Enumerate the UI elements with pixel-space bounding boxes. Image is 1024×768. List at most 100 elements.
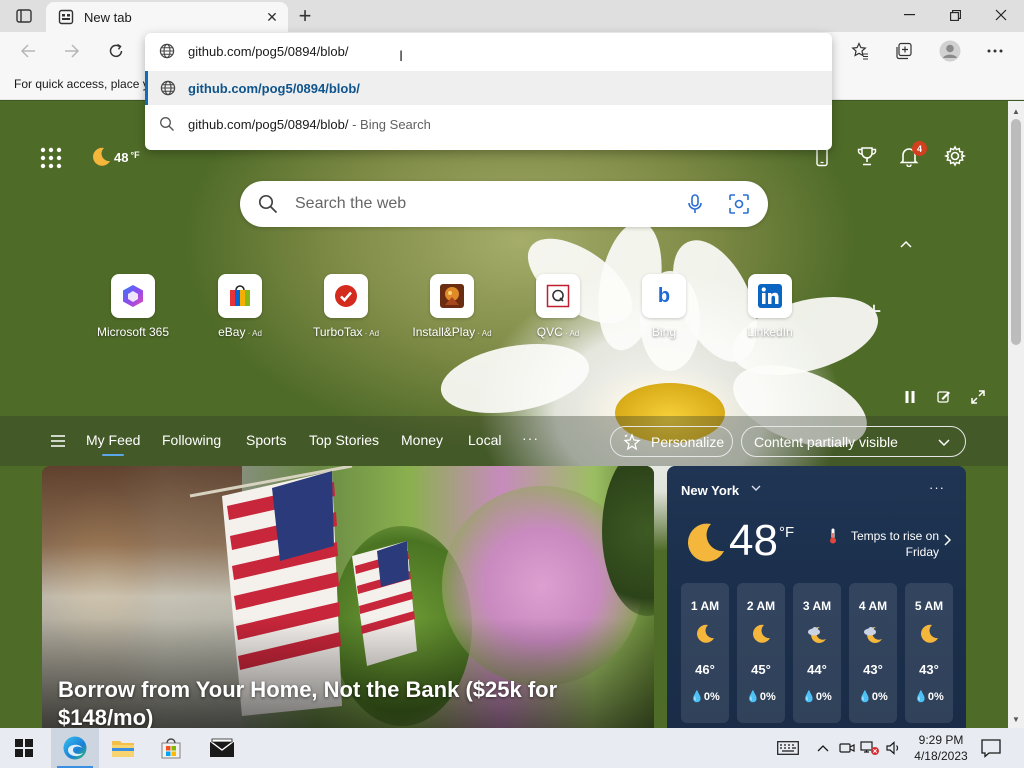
chevron-down-icon[interactable]	[751, 484, 761, 492]
hourly-forecast: 1 AM 46° 💧0% 2 AM 45° 💧0% 3 AM 44° 💧0% 4…	[681, 583, 953, 723]
address-bar[interactable]: github.com/pog5/0894/blob/ I	[145, 33, 832, 69]
add-quick-link-button[interactable]: +	[862, 296, 886, 326]
feed-tab-my-feed[interactable]: My Feed	[86, 432, 140, 456]
store-bag-icon	[161, 738, 181, 759]
new-tab-button[interactable]: +	[292, 3, 318, 28]
rewards-button[interactable]	[856, 145, 878, 172]
forward-button[interactable]	[58, 38, 86, 64]
moon-icon	[697, 624, 714, 643]
linkedin-tile	[748, 274, 792, 318]
web-search-input[interactable]	[295, 194, 655, 214]
scrollbar-thumb[interactable]	[1011, 119, 1021, 345]
hourly-forecast-item[interactable]: 1 AM 46° 💧0%	[681, 583, 729, 723]
suggestion-bing-text: github.com/pog5/0894/blob/ - Bing Search	[188, 117, 431, 132]
tab-actions-button[interactable]	[10, 6, 38, 26]
weather-card[interactable]: New York ··· 48 °F Temps to rise on Frid…	[667, 466, 966, 728]
refresh-button[interactable]	[102, 38, 130, 64]
hamburger-menu-icon[interactable]	[50, 435, 66, 447]
hourly-forecast-item[interactable]: 3 AM 44° 💧0%	[793, 583, 841, 723]
taskbar-mail-button[interactable]	[198, 728, 246, 768]
suggestion-url[interactable]: github.com/pog5/0894/blob/	[145, 71, 832, 105]
quick-link-install-play[interactable]: Install&Play · Ad	[399, 274, 505, 344]
feed-tab-top-stories[interactable]: Top Stories	[309, 432, 379, 448]
weather-more-button[interactable]: ···	[929, 480, 945, 495]
favorites-button[interactable]	[846, 38, 874, 64]
apps-grid-icon[interactable]	[40, 147, 62, 169]
refresh-icon	[109, 43, 123, 58]
quick-link-linkedin[interactable]: LinkedIn	[717, 274, 823, 344]
quick-link-label: eBay · Ad	[187, 325, 293, 339]
pause-background-button[interactable]	[900, 387, 920, 407]
clock-time: 9:29 PM	[918, 733, 964, 747]
address-input[interactable]: github.com/pog5/0894/blob/	[188, 44, 348, 59]
minimize-button[interactable]	[886, 0, 932, 30]
quick-link-bing[interactable]: b Bing	[611, 274, 717, 344]
hour-precip: 💧0%	[914, 691, 944, 703]
page-scrollbar[interactable]: ▲ ▼	[1008, 101, 1024, 728]
feed-tab-local[interactable]: Local	[468, 432, 501, 448]
taskbar-file-explorer-button[interactable]	[99, 728, 147, 768]
scroll-up-arrow-icon[interactable]: ▲	[1012, 107, 1020, 116]
hour-temp: 43°	[919, 662, 939, 677]
restore-button[interactable]	[932, 0, 978, 30]
turbotax-tile	[324, 274, 368, 318]
visual-search-icon[interactable]	[728, 193, 750, 215]
personalize-button[interactable]: Personalize	[610, 426, 733, 457]
chevron-right-icon[interactable]	[943, 534, 951, 546]
back-button[interactable]	[14, 38, 42, 64]
tray-volume-button[interactable]	[884, 738, 904, 758]
feed-tab-following[interactable]: Following	[162, 432, 221, 448]
weather-mini-widget[interactable]: 48 °F	[90, 146, 140, 168]
moon-icon	[921, 624, 938, 643]
quick-link-turbotax[interactable]: TurboTax · Ad	[293, 274, 399, 344]
tray-overflow-button[interactable]	[813, 738, 833, 758]
forward-arrow-icon	[65, 44, 80, 58]
tab-new-tab[interactable]: New tab ✕	[46, 2, 288, 32]
edit-background-button[interactable]	[934, 387, 954, 407]
hour-precip-value: 0%	[871, 691, 888, 703]
content-visibility-dropdown[interactable]: Content partially visible	[741, 426, 966, 457]
restore-icon	[949, 9, 961, 21]
start-button[interactable]	[0, 728, 48, 768]
action-center-icon[interactable]	[980, 738, 1002, 758]
tab-close-icon[interactable]: ✕	[264, 9, 280, 25]
taskbar-store-button[interactable]	[147, 728, 195, 768]
hour-precip-value: 0%	[759, 691, 776, 703]
hour-time: 1 AM	[690, 599, 720, 613]
feed-tab-sports[interactable]: Sports	[246, 432, 286, 448]
weather-trend-note[interactable]: Temps to rise on Friday	[847, 528, 939, 560]
close-window-button[interactable]	[978, 0, 1024, 30]
hour-time: 4 AM	[858, 599, 888, 613]
scroll-down-arrow-icon[interactable]: ▼	[1012, 715, 1020, 724]
collections-button[interactable]	[890, 38, 918, 64]
collapse-chevron-icon[interactable]	[900, 235, 918, 249]
quick-link-microsoft-365[interactable]: Microsoft 365	[80, 274, 186, 344]
hour-temp: 46°	[695, 662, 715, 677]
hourly-forecast-item[interactable]: 2 AM 45° 💧0%	[737, 583, 785, 723]
taskbar-edge-button[interactable]	[51, 728, 99, 768]
hourly-forecast-item[interactable]: 5 AM 43° 💧0%	[905, 583, 953, 723]
suggestion-suffix: - Bing Search	[348, 117, 431, 132]
expand-background-button[interactable]	[968, 387, 988, 407]
quick-link-qvc[interactable]: QVC · Ad	[505, 274, 611, 344]
page-settings-button[interactable]	[943, 145, 967, 172]
feed-more-button[interactable]: ···	[522, 430, 539, 446]
hero-headline[interactable]: Borrow from Your Home, Not the Bank ($25…	[58, 676, 618, 728]
hero-news-card[interactable]: Borrow from Your Home, Not the Bank ($25…	[42, 466, 654, 728]
favorites-star-icon	[851, 42, 868, 60]
meet-now-icon	[839, 743, 855, 753]
feed-tab-money[interactable]: Money	[401, 432, 443, 448]
tray-camera-button[interactable]	[837, 738, 857, 758]
tray-touch-keyboard-button[interactable]	[776, 738, 800, 758]
taskbar-clock[interactable]: 9:29 PM 4/18/2023	[906, 732, 976, 764]
microphone-icon[interactable]	[684, 193, 706, 215]
profile-button[interactable]	[936, 38, 964, 64]
tray-network-button[interactable]	[860, 738, 880, 758]
settings-more-button[interactable]	[981, 38, 1009, 64]
web-search-box[interactable]	[240, 181, 768, 227]
suggestion-bing-search[interactable]: github.com/pog5/0894/blob/ - Bing Search	[145, 107, 832, 141]
hourly-forecast-item[interactable]: 4 AM 43° 💧0%	[849, 583, 897, 723]
quick-link-ebay[interactable]: eBay · Ad	[187, 274, 293, 344]
weather-location[interactable]: New York	[681, 483, 739, 498]
notifications-button[interactable]: 4	[898, 141, 927, 172]
